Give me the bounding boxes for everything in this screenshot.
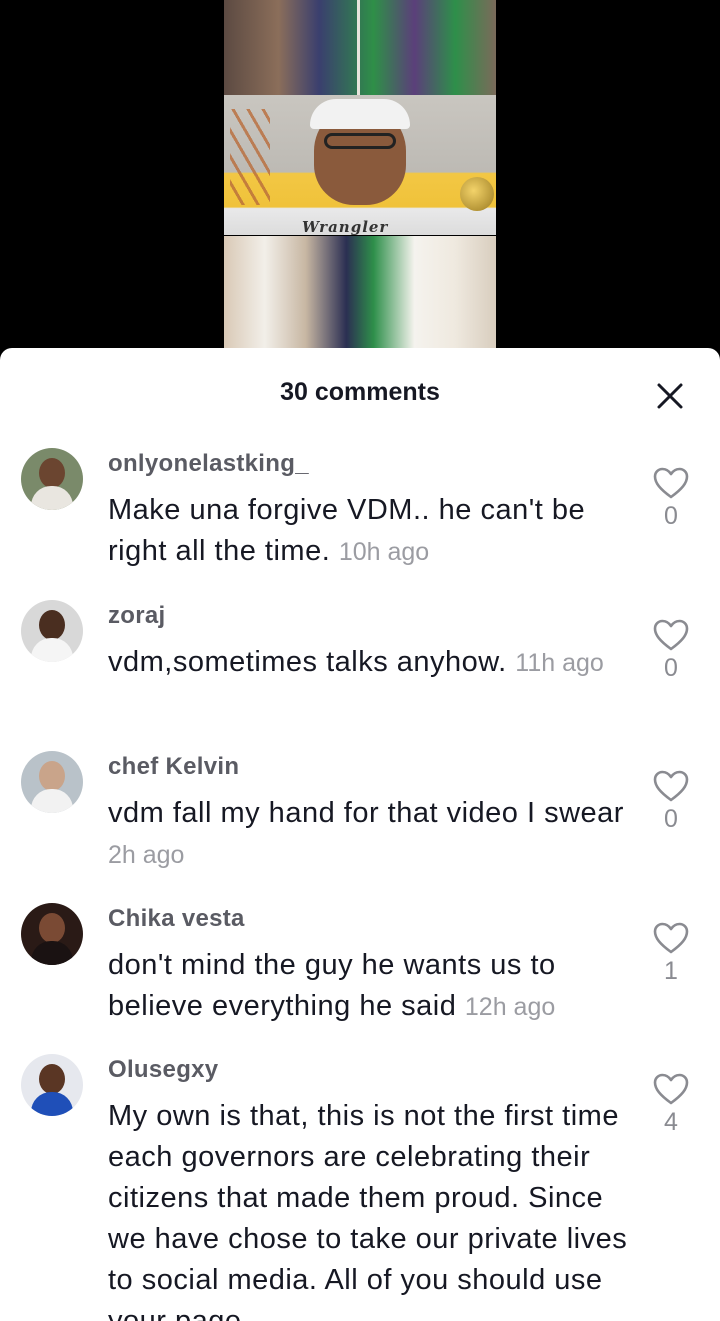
avatar[interactable] <box>21 1054 83 1116</box>
avatar[interactable] <box>21 600 83 662</box>
heart-outline-icon <box>653 922 689 954</box>
like-count: 4 <box>664 1108 678 1136</box>
comment-username[interactable]: Chika vesta <box>108 905 245 933</box>
video-player[interactable]: Wrangler <box>0 0 720 360</box>
like-button[interactable]: 1 <box>648 921 694 986</box>
avatar[interactable] <box>21 448 83 510</box>
comment-timestamp: 10h ago <box>338 538 430 566</box>
comment-timestamp: 11h ago <box>515 649 604 677</box>
comment-count: 30 comments <box>280 378 440 406</box>
avatar[interactable] <box>21 903 83 965</box>
like-count: 0 <box>664 502 678 530</box>
shirt-brand-text: Wrangler <box>302 218 389 235</box>
comment-username[interactable]: zoraj <box>108 602 166 630</box>
heart-outline-icon <box>653 619 689 651</box>
close-button[interactable] <box>646 376 694 416</box>
video-frame-handover <box>224 0 496 95</box>
comment-username[interactable]: Olusegxy <box>108 1056 218 1084</box>
comments-sheet: 30 comments onlyonelastking_ Make una fo… <box>0 348 720 1321</box>
comment-text: don't mind the guy he wants us to believ… <box>108 945 628 1028</box>
heart-outline-icon <box>653 1073 689 1105</box>
comment-username[interactable]: onlyonelastking_ <box>108 450 309 478</box>
comment-username[interactable]: chef Kelvin <box>108 753 239 781</box>
comment-text: My own is that, this is not the first ti… <box>108 1096 628 1321</box>
comments-header: 30 comments <box>0 348 720 444</box>
heart-outline-icon <box>653 770 689 802</box>
comment-body: My own is that, this is not the first ti… <box>108 1100 628 1321</box>
like-count: 1 <box>664 957 678 985</box>
like-count: 0 <box>664 805 678 833</box>
comment-text: Make una forgive VDM.. he can't be right… <box>108 490 628 573</box>
speaker-cap <box>310 99 410 129</box>
like-button[interactable]: 0 <box>648 769 694 834</box>
close-icon <box>657 383 683 409</box>
comment-text: vdm fall my hand for that video I swear … <box>108 793 628 876</box>
plant-decoration <box>230 109 270 205</box>
avatar[interactable] <box>21 751 83 813</box>
comment-text: vdm,sometimes talks anyhow. 11h ago <box>108 642 628 684</box>
like-button[interactable]: 0 <box>648 618 694 683</box>
like-button[interactable]: 0 <box>648 466 694 531</box>
comment-timestamp: 12h ago <box>464 993 556 1021</box>
heart-outline-icon <box>653 467 689 499</box>
comment-timestamp: 2h ago <box>108 841 185 869</box>
speaker-glasses <box>324 133 396 149</box>
comment-body: vdm fall my hand for that video I swear <box>108 797 624 829</box>
comment-body: vdm,sometimes talks anyhow. <box>108 646 507 678</box>
like-count: 0 <box>664 654 678 682</box>
like-button[interactable]: 4 <box>648 1072 694 1137</box>
trophy-ball <box>460 177 494 211</box>
video-frame-speaker: Wrangler <box>224 95 496 235</box>
video-frame-group-photo <box>224 236 496 348</box>
